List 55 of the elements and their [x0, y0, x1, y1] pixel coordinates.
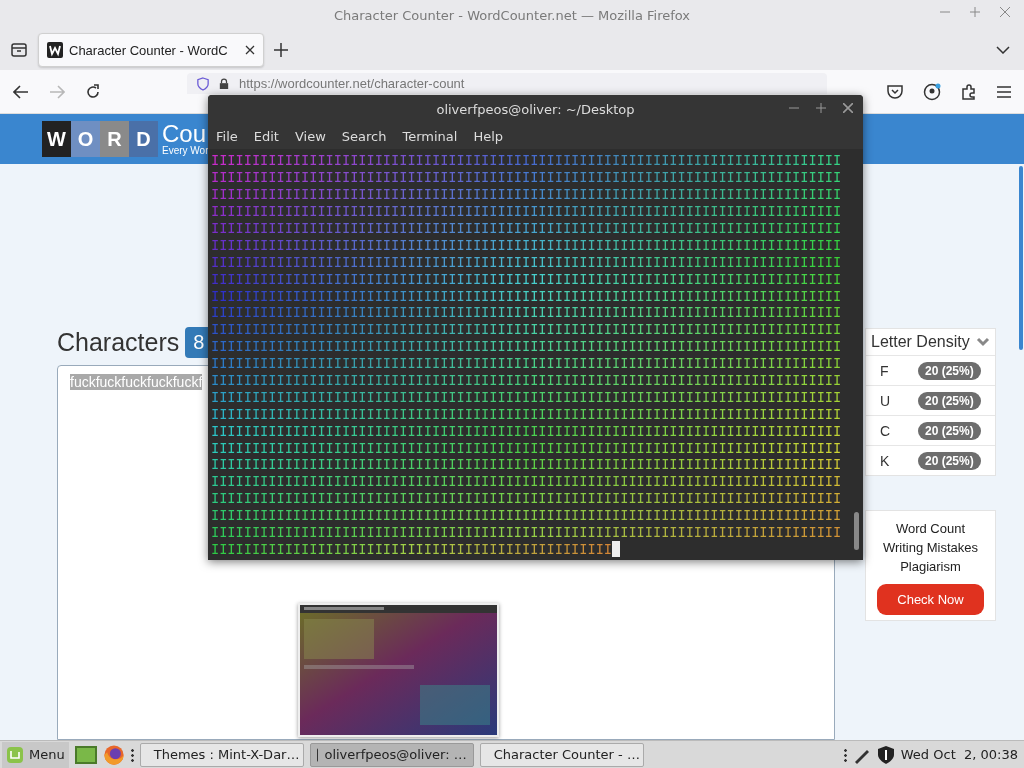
logo-text: Cou	[162, 122, 207, 146]
chevron-down-icon[interactable]	[996, 46, 1010, 54]
maximize-icon[interactable]	[816, 103, 826, 113]
ad-text: Plagiarism	[900, 558, 961, 576]
new-tab-icon[interactable]	[274, 43, 288, 57]
logo-tile: O	[71, 121, 100, 157]
back-icon[interactable]	[13, 84, 29, 99]
check-now-button[interactable]: Check Now	[877, 584, 984, 615]
letter-label: U	[880, 392, 892, 409]
reload-icon[interactable]	[85, 83, 101, 100]
panel-title: Letter Density	[871, 333, 970, 351]
pocket-icon[interactable]	[887, 84, 903, 99]
letter-label: F	[880, 362, 890, 379]
browser-tab[interactable]: Character Counter - WordC	[38, 33, 264, 67]
count-badge: 20 (25%)	[918, 421, 981, 440]
ad-text: Writing Mistakes	[882, 539, 979, 557]
count-badge: 20 (25%)	[918, 391, 981, 410]
scrollbar[interactable]	[854, 512, 859, 550]
logo-tagline: Every Wor	[162, 146, 209, 156]
window-title: Character Counter - WordCounter.net — Mozilla Firefox	[333, 7, 691, 23]
menu-item[interactable]: Help	[473, 128, 504, 144]
mint-logo-icon	[6, 745, 24, 764]
logo-tile: R	[100, 121, 129, 157]
ad-text: Word Count	[895, 520, 966, 538]
window-thumbnail[interactable]	[300, 605, 497, 735]
menu-item[interactable]: File	[216, 128, 238, 144]
menu-item[interactable]: View	[294, 128, 326, 144]
menu-item[interactable]: Terminal	[402, 128, 458, 144]
menu-item[interactable]: Edit	[253, 128, 279, 144]
shield-icon[interactable]	[876, 744, 895, 765]
count-badge: 20 (25%)	[918, 451, 981, 470]
logo-tile: D	[129, 121, 158, 157]
taskbar-window-button[interactable]: oliverfpeos@oliver: …	[309, 742, 474, 767]
url-field[interactable]: https://wordcounter.net/character-count	[187, 73, 827, 94]
menu-button[interactable]: Menu	[2, 741, 69, 768]
letter-label: K	[880, 452, 891, 469]
letter-label: C	[880, 422, 892, 439]
scrollbar[interactable]	[1019, 166, 1023, 350]
puzzle-icon[interactable]	[961, 83, 977, 100]
firefox-icon[interactable]	[102, 743, 125, 766]
close-icon[interactable]	[245, 45, 255, 55]
text-cursor	[612, 540, 621, 557]
site-icon	[47, 42, 63, 58]
count-badge: 20 (25%)	[918, 361, 981, 380]
menu-icon[interactable]	[997, 85, 1011, 98]
clock[interactable]: Wed Oct 2, 00:38	[900, 747, 1018, 762]
lock-icon[interactable]	[219, 77, 229, 90]
logo-tile: W	[42, 121, 71, 157]
tab-list-icon[interactable]	[10, 42, 28, 58]
menu-item[interactable]: Search	[341, 128, 387, 144]
taskbar-window-button[interactable]: Themes : Mint-X-Dar…	[139, 742, 304, 767]
window-title: oliverfpeos@oliver: ~/Desktop	[436, 101, 635, 117]
taskbar-window-button[interactable]: Character Counter - …	[479, 742, 644, 767]
page-heading: Characters	[57, 328, 180, 357]
account-icon[interactable]	[923, 82, 941, 101]
